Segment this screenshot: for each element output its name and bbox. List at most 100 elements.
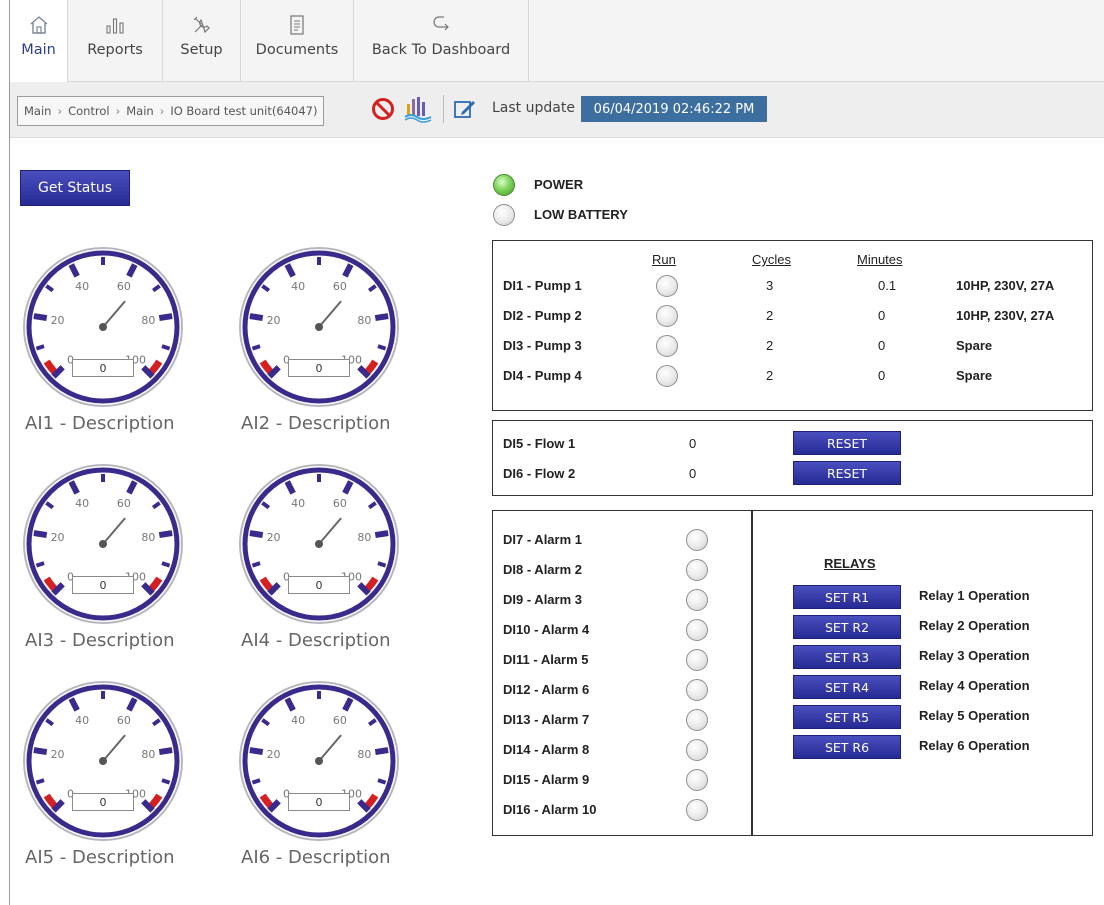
gauge-tick — [251, 344, 261, 351]
app-frame: Main Reports Setup Documents Back To Das… — [9, 0, 1104, 905]
gauge-tick — [251, 561, 261, 568]
set-relay-button[interactable]: SET R5 — [793, 705, 901, 729]
gauge-tick-label: 60 — [117, 714, 131, 727]
gauge-hub — [315, 540, 323, 548]
alarm-indicator-icon — [686, 559, 708, 581]
flow-name: DI5 - Flow 1 — [503, 436, 576, 451]
pump-cycles: 3 — [766, 278, 774, 293]
gauge-tick-label: 20 — [51, 748, 65, 761]
alarms-relays-panel: DI7 - Alarm 1 DI8 - Alarm 2 DI9 - Alarm 3 D… — [492, 510, 1093, 836]
top-navigation: Main Reports Setup Documents Back To Das… — [10, 0, 1104, 83]
return-arrow-icon — [433, 16, 449, 31]
gauge-label: AI5 - Description — [25, 847, 175, 868]
gauge-dial: 02040 6080100 — [239, 464, 399, 624]
gauge-tick — [377, 561, 387, 568]
pump-minutes: 0 — [878, 338, 886, 353]
set-relay-button[interactable]: SET R3 — [793, 645, 901, 669]
alarm-indicator-icon — [686, 709, 708, 731]
tab-back-to-dashboard[interactable]: Back To Dashboard — [354, 0, 529, 82]
breadcrumb-separator-icon: › — [159, 104, 165, 118]
gauge-tick — [158, 313, 173, 322]
pumps-panel: Run Cycles Minutes DI1 - Pump 1 3 0.1 10HP,… — [492, 240, 1093, 411]
gauge-tick — [35, 344, 45, 351]
gauge-tick-label: 40 — [75, 497, 89, 510]
gauge-tick-label: 60 — [333, 714, 347, 727]
alarm-name: DI15 - Alarm 9 — [503, 772, 590, 787]
gauge-tick — [374, 747, 389, 756]
alarm-indicator-icon — [686, 589, 708, 611]
flows-panel: DI5 - Flow 1 0 RESET DI6 - Flow 2 0 RESET — [492, 420, 1093, 496]
pump-cycles: 2 — [766, 338, 774, 353]
gauge-tick — [251, 778, 261, 785]
gauge-tick-label: 40 — [291, 714, 305, 727]
gauge-tick-label: 20 — [267, 531, 281, 544]
gauge-hub — [315, 757, 323, 765]
alarm-indicator-icon — [686, 799, 708, 821]
tab-documents-label: Documents — [255, 42, 339, 58]
gauge-tick-label: 60 — [333, 497, 347, 510]
header-minutes: Minutes — [857, 252, 903, 267]
gauge-tick — [158, 747, 173, 756]
tab-setup[interactable]: Setup — [163, 0, 241, 82]
gauge-value: 0 — [72, 359, 134, 377]
breadcrumb-separator-icon: › — [57, 104, 63, 118]
reset-button[interactable]: RESET — [793, 461, 901, 485]
gauge-dial: 02040 6080100 — [23, 681, 183, 841]
relays-title: RELAYS — [824, 556, 876, 571]
gauge-hub — [315, 323, 323, 331]
gauge-value: 0 — [72, 576, 134, 594]
breadcrumb-item-current: IO Board test unit(64047) — [170, 104, 318, 118]
relay-operation-label: Relay 6 Operation — [919, 738, 1030, 753]
bar-chart-icon — [106, 18, 124, 34]
gauge-label: AI4 - Description — [241, 630, 391, 651]
no-entry-icon[interactable] — [371, 97, 395, 121]
tab-main[interactable]: Main — [10, 0, 68, 83]
reset-button[interactable]: RESET — [793, 431, 901, 455]
header-run: Run — [652, 252, 676, 267]
gauge-tick — [374, 313, 389, 322]
pump-description: 10HP, 230V, 27A — [956, 278, 1055, 293]
gauge-tick — [161, 778, 171, 785]
pump-name: DI3 - Pump 3 — [503, 338, 582, 353]
tab-setup-label: Setup — [180, 42, 223, 58]
gauge-tick-label: 20 — [51, 531, 65, 544]
breadcrumb-item[interactable]: Control — [68, 104, 110, 118]
breadcrumb-item[interactable]: Main — [126, 104, 153, 118]
gauge-tick-label: 60 — [333, 280, 347, 293]
tab-documents[interactable]: Documents — [241, 0, 354, 82]
gauge-value: 0 — [72, 793, 134, 811]
relay-operation-label: Relay 4 Operation — [919, 678, 1030, 693]
gauge-value: 0 — [288, 359, 350, 377]
breadcrumb-separator-icon: › — [115, 104, 121, 118]
signal-chart-icon[interactable] — [403, 95, 433, 123]
gauge-ai2: 0 20 40 60 80 100 0 — [238, 246, 400, 408]
gauge-label: AI6 - Description — [241, 847, 391, 868]
pump-cycles: 2 — [766, 308, 774, 323]
gauge-tick-label: 60 — [117, 497, 131, 510]
tools-icon — [193, 16, 210, 34]
set-relay-button[interactable]: SET R6 — [793, 735, 901, 759]
alarm-indicator-icon — [686, 649, 708, 671]
flow-value: 0 — [689, 436, 697, 451]
tab-reports[interactable]: Reports — [68, 0, 163, 82]
edit-icon[interactable] — [453, 98, 477, 120]
gauge-dial: 02040 6080100 — [23, 247, 183, 407]
gauge-tick — [249, 747, 264, 756]
tab-main-label: Main — [21, 42, 56, 58]
pump-name: DI1 - Pump 1 — [503, 278, 582, 293]
pump-run-indicator-icon — [656, 335, 678, 357]
gauge-tick-label: 20 — [267, 748, 281, 761]
power-indicator-icon — [493, 174, 515, 196]
alarm-indicator-icon — [686, 619, 708, 641]
flow-name: DI6 - Flow 2 — [503, 466, 576, 481]
gauge-tick — [161, 561, 171, 568]
gauge-tick-label: 80 — [141, 748, 155, 761]
get-status-button[interactable]: Get Status — [20, 170, 130, 206]
document-icon — [290, 15, 304, 35]
set-relay-button[interactable]: SET R4 — [793, 675, 901, 699]
set-relay-button[interactable]: SET R2 — [793, 615, 901, 639]
alarm-name: DI16 - Alarm 10 — [503, 802, 597, 817]
last-update-value: 06/04/2019 02:46:22 PM — [581, 96, 767, 122]
set-relay-button[interactable]: SET R1 — [793, 585, 901, 609]
breadcrumb-item[interactable]: Main — [24, 104, 51, 118]
